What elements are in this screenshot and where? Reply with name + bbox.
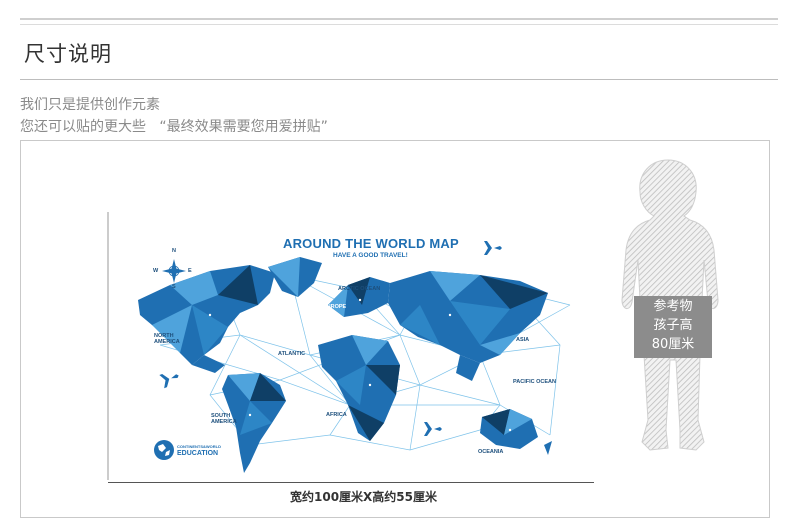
reference-label: 参考物 孩子高 80厘米 [634,296,712,358]
reference-line-2: 孩子高 [653,318,693,333]
top-divider [20,18,778,20]
title-divider [20,79,778,80]
greenland-shape [268,257,322,297]
note-line-1: 我们只是提供创作元素 [20,97,160,113]
globe-icon [154,440,174,460]
airplane-icon-left [158,374,179,389]
label-atlantic: ATLANTIC [278,351,306,357]
section-title: 尺寸说明 [24,42,112,66]
dimension-caption: 宽约100厘米X高约55厘米 [290,490,438,504]
airplane-icon-top [480,241,502,255]
label-africa: AFRICA [326,412,347,418]
compass-n: N [172,248,176,254]
map-subtitle: HAVE A GOOD TRAVEL! [333,252,408,259]
top-divider-thin [20,24,778,25]
north-america-shape [138,265,275,373]
label-asia: ASIA [516,337,530,343]
label-north-america-2: AMERICA [154,339,180,345]
label-south-america-2: AMERICA [211,419,237,425]
reference-line-3: 80厘米 [651,337,695,352]
dimension-line [108,482,594,483]
label-pacific-ocean: PACIFIC OCEAN [513,379,556,385]
badge-title: EDUCATION [177,450,219,457]
badge-subtitle: CONTINENTS&WORLD [177,444,221,449]
map-title: AROUND THE WORLD MAP [283,236,459,251]
africa-shape [318,335,400,441]
airplane-icon-bottom [420,422,442,436]
note-line-2: 您还可以贴的更大些 “最终效果需要您用爱拼贴” [20,119,328,135]
europe-shape [328,277,390,317]
reference-line-1: 参考物 [653,299,693,314]
compass-w: W [153,268,159,274]
compass-e: E [188,268,192,274]
label-oceania: OCEANIA [478,449,504,455]
label-arctic-ocean: ARCTIC OCEAN [338,286,381,292]
label-europe: EUROPE [323,304,347,310]
compass-s: S [172,284,176,290]
compass-icon [162,259,186,283]
